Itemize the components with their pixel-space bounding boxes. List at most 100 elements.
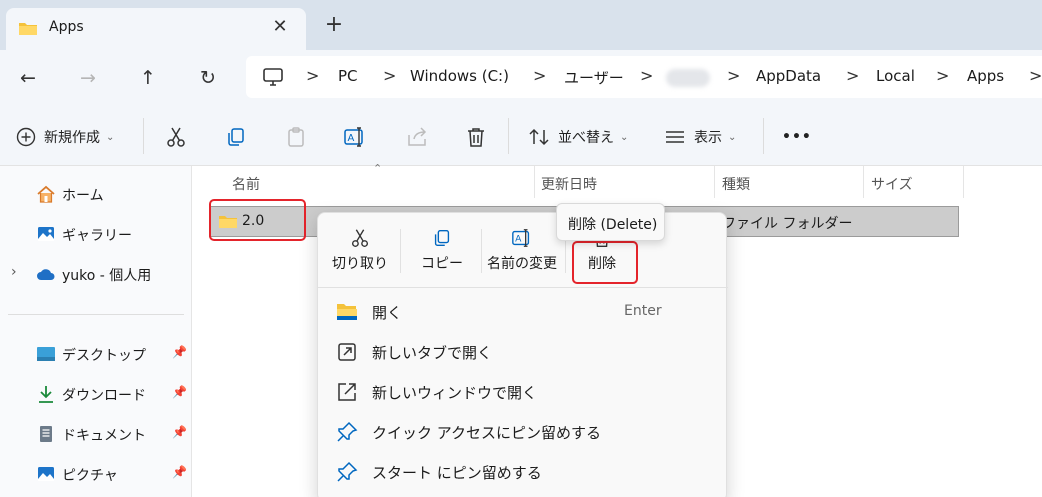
- sidebar-item-home[interactable]: ホーム: [0, 179, 192, 209]
- up-button[interactable]: ↑: [133, 63, 163, 93]
- column-header-size[interactable]: サイズ: [871, 174, 913, 194]
- menu-item-label: スタート にピン留めする: [372, 464, 542, 482]
- address-bar[interactable]: > PC > Windows (C:) > ユーザー > > AppData >…: [246, 56, 1042, 98]
- pin-icon[interactable]: 📌: [172, 425, 187, 439]
- refresh-button[interactable]: ↻: [193, 63, 223, 93]
- folder-icon: [18, 20, 38, 40]
- sort-button[interactable]: 並べ替え ⌄: [528, 124, 628, 150]
- tab-bar: Apps ✕ +: [0, 0, 1042, 50]
- breadcrumb-separator[interactable]: >: [846, 66, 859, 85]
- sidebar-item-label: デスクトップ: [62, 348, 146, 364]
- breadcrumb-separator[interactable]: >: [727, 66, 740, 85]
- share-icon[interactable]: [405, 125, 429, 149]
- copy-label: コピー: [421, 256, 463, 272]
- breadcrumb-separator[interactable]: >: [383, 66, 396, 85]
- view-button[interactable]: 表示 ⌄: [664, 124, 736, 150]
- column-divider[interactable]: [534, 166, 535, 198]
- cut-icon[interactable]: [164, 125, 188, 149]
- navigation-bar: ← → ↑ ↻ > PC > Windows (C:) > ユーザー > > A…: [0, 50, 1042, 106]
- breadcrumb-appdata[interactable]: AppData: [756, 67, 821, 85]
- sidebar-item-label: ホーム: [62, 188, 104, 204]
- menu-item-pin-start[interactable]: スタート にピン留めする: [318, 452, 728, 492]
- copy-button[interactable]: コピー: [410, 225, 474, 281]
- column-header-type[interactable]: 種類: [722, 174, 750, 194]
- plus-circle-icon: [16, 127, 36, 147]
- file-type: ファイル フォルダー: [722, 216, 853, 232]
- breadcrumb-apps[interactable]: Apps: [967, 67, 1004, 85]
- column-divider[interactable]: [714, 166, 715, 198]
- pin-icon[interactable]: 📌: [172, 385, 187, 399]
- back-button[interactable]: ←: [13, 63, 43, 93]
- breadcrumb-separator[interactable]: >: [936, 66, 949, 85]
- rename-icon: A: [512, 229, 530, 247]
- view-button-label: 表示: [694, 130, 722, 146]
- menu-item-open-new-tab[interactable]: 新しいタブで開く: [318, 332, 728, 372]
- menu-item-open[interactable]: 開く Enter: [318, 292, 728, 332]
- rename-icon[interactable]: A: [343, 125, 367, 149]
- sort-icon: [529, 128, 549, 146]
- breadcrumb-pc[interactable]: PC: [338, 67, 358, 85]
- menu-item-open-new-window[interactable]: 新しいウィンドウで開く: [318, 372, 728, 412]
- desktop-icon: [37, 347, 55, 361]
- new-button[interactable]: 新規作成 ⌄: [16, 124, 114, 150]
- menu-item-pin-quick-access[interactable]: クイック アクセスにピン留めする: [318, 412, 728, 452]
- breadcrumb-local[interactable]: Local: [876, 67, 915, 85]
- sidebar-item-desktop[interactable]: デスクトップ 📌: [0, 339, 192, 369]
- sidebar-item-documents[interactable]: ドキュメント 📌: [0, 419, 192, 449]
- column-divider[interactable]: [863, 166, 864, 198]
- breadcrumb-separator[interactable]: >: [533, 66, 546, 85]
- new-window-icon: [338, 383, 356, 401]
- svg-text:A: A: [515, 234, 522, 245]
- context-menu: 切り取り コピー A 名前の変更 削除 開く Enter 新しいタブで開く 新し…: [317, 212, 728, 497]
- delete-tooltip: 削除 (Delete): [556, 203, 665, 241]
- gallery-icon: [38, 227, 54, 241]
- sidebar-item-gallery[interactable]: ギャラリー: [0, 219, 192, 249]
- toolbar-divider: [763, 118, 764, 154]
- breadcrumb-username-blurred[interactable]: [666, 68, 710, 87]
- chevron-down-icon: ⌄: [106, 131, 115, 143]
- paste-icon[interactable]: [284, 125, 308, 149]
- breadcrumb-users[interactable]: ユーザー: [564, 67, 624, 88]
- rename-label: 名前の変更: [487, 256, 557, 272]
- menu-item-label: クイック アクセスにピン留めする: [372, 424, 602, 442]
- more-options-button[interactable]: •••: [782, 124, 812, 150]
- home-icon: [37, 185, 55, 203]
- sidebar-item-label: ダウンロード: [62, 388, 146, 404]
- tab-close-icon[interactable]: ✕: [269, 16, 291, 38]
- column-header-modified[interactable]: 更新日時: [541, 174, 597, 194]
- forward-button[interactable]: →: [73, 63, 103, 93]
- navigation-pane: ホーム ギャラリー › yuko - 個人用 デスクトップ 📌 ダウンロード 📌…: [0, 166, 192, 497]
- column-divider[interactable]: [963, 166, 964, 198]
- sidebar-item-label: ドキュメント: [62, 428, 146, 444]
- breadcrumb-separator[interactable]: >: [306, 66, 319, 85]
- sidebar-item-pictures[interactable]: ピクチャ 📌: [0, 459, 192, 489]
- menu-divider: [400, 229, 401, 273]
- sort-ascending-icon: ⌃: [373, 162, 383, 175]
- delete-icon[interactable]: [464, 125, 488, 149]
- sidebar-item-downloads[interactable]: ダウンロード 📌: [0, 379, 192, 409]
- download-icon: [39, 386, 53, 403]
- breadcrumb-separator[interactable]: >: [1029, 66, 1042, 85]
- highlight-box: [209, 199, 306, 241]
- pin-icon[interactable]: 📌: [172, 465, 187, 479]
- breadcrumb-separator[interactable]: >: [640, 66, 653, 85]
- copy-icon: [434, 229, 450, 247]
- breadcrumb-windows-c[interactable]: Windows (C:): [410, 67, 509, 85]
- rename-button[interactable]: A 名前の変更: [483, 225, 561, 281]
- copy-icon[interactable]: [224, 125, 248, 149]
- context-menu-quick-actions: 切り取り コピー A 名前の変更 削除: [318, 213, 728, 287]
- new-tab-button[interactable]: +: [323, 14, 345, 36]
- tab-title: Apps: [49, 19, 84, 35]
- cloud-icon: [37, 269, 55, 280]
- column-header-name[interactable]: 名前: [232, 174, 260, 194]
- menu-item-label: 新しいウィンドウで開く: [372, 384, 538, 402]
- menu-divider: [481, 229, 482, 273]
- sort-button-label: 並べ替え: [558, 130, 614, 146]
- chevron-right-icon[interactable]: ›: [11, 264, 17, 280]
- pin-icon[interactable]: 📌: [172, 345, 187, 359]
- sidebar-item-label: ピクチャ: [62, 468, 118, 484]
- toolbar-divider: [508, 118, 509, 154]
- sidebar-item-onedrive[interactable]: › yuko - 個人用: [0, 259, 192, 289]
- cut-button[interactable]: 切り取り: [328, 225, 392, 281]
- tab-apps[interactable]: Apps ✕: [6, 8, 306, 50]
